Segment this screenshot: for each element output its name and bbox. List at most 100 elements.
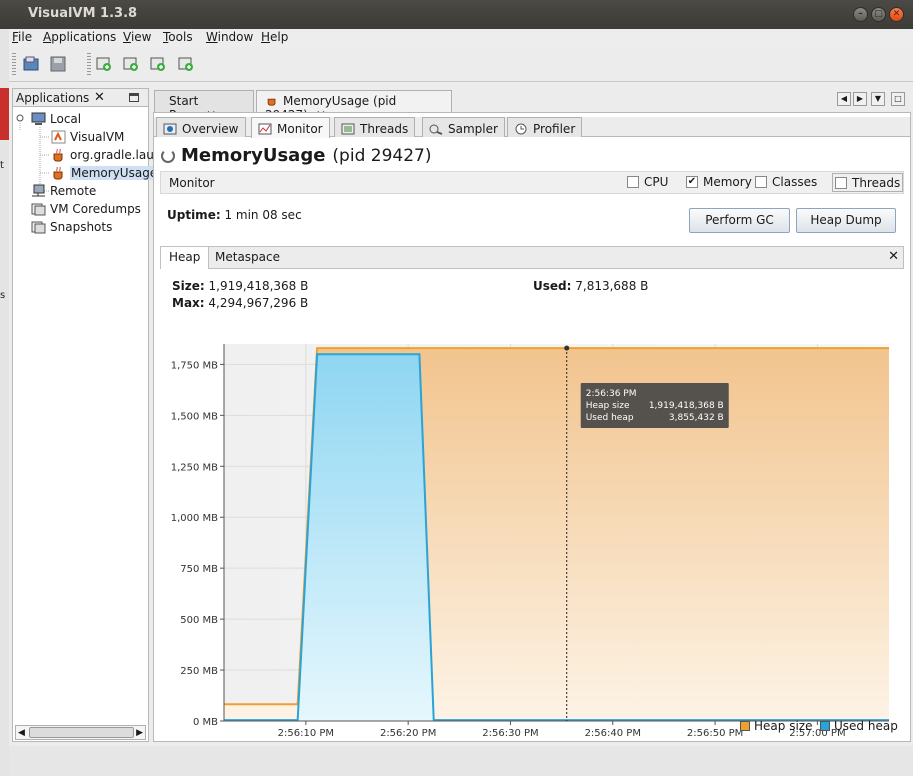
toolbar xyxy=(9,47,913,82)
monitor-panel: Overview Monitor Threads Sampler Profile… xyxy=(153,112,911,742)
open-file-icon[interactable] xyxy=(22,55,40,73)
menu-tools[interactable]: Tools xyxy=(163,30,193,44)
heap-max-stat: Max: 4,294,967,296 B xyxy=(172,296,309,310)
used-heap-swatch xyxy=(820,721,830,731)
title-bar: VisualVM 1.3.8 – □ ✕ xyxy=(0,0,913,29)
menu-window[interactable]: Window xyxy=(206,30,253,44)
toolbar-grip-2[interactable] xyxy=(87,53,91,77)
y-tick-label: 250 MB xyxy=(180,666,218,677)
tab-list-dropdown-icon[interactable]: ▼ xyxy=(871,92,885,106)
scrollbar-thumb[interactable] xyxy=(29,727,134,738)
applications-tab[interactable]: Applications ✕ xyxy=(13,89,148,107)
legend-used-heap: Used heap xyxy=(820,719,898,733)
snapshot-icon[interactable] xyxy=(177,55,195,73)
y-tick-label: 1,250 MB xyxy=(171,462,218,473)
visualvm-window: t s VisualVM 1.3.8 – □ ✕ File Applicatio… xyxy=(0,0,913,776)
applications-tab-label: Applications xyxy=(16,91,90,105)
tree-item-remote[interactable]: Remote xyxy=(31,182,96,199)
x-tick-label: 2:56:40 PM xyxy=(585,728,641,739)
info-icon xyxy=(163,123,177,134)
loading-spinner-icon xyxy=(161,148,175,163)
heap-dump-icon[interactable] xyxy=(122,55,140,73)
minimize-panel-icon[interactable] xyxy=(129,93,139,102)
tab-heap[interactable]: Heap xyxy=(161,247,210,269)
menu-view[interactable]: View xyxy=(123,30,151,44)
horizontal-scrollbar[interactable]: ◀ ▶ xyxy=(15,725,146,740)
threads-icon xyxy=(341,123,355,134)
y-tick-label: 500 MB xyxy=(180,615,218,626)
menu-applications[interactable]: Applications xyxy=(43,30,116,44)
app-pid: (pid 29427) xyxy=(332,145,432,166)
tab-memoryusage[interactable]: MemoryUsage (pid 29427)✕ xyxy=(256,90,452,122)
tab-metaspace[interactable]: Metaspace xyxy=(207,247,288,269)
save-icon[interactable] xyxy=(49,55,67,73)
perform-gc-button[interactable]: Perform GC xyxy=(689,208,790,233)
threads-checkbox[interactable]: Threads xyxy=(832,173,904,192)
snapshots-icon xyxy=(31,221,46,233)
tab-profiler[interactable]: Profiler xyxy=(507,117,583,137)
monitor-label: Monitor xyxy=(169,176,215,190)
tree-item-visualvm[interactable]: VisualVM xyxy=(51,128,124,145)
monitor-toolbar: Monitor CPU ✔ Memory Classes Threads xyxy=(160,171,904,194)
y-tick-label: 750 MB xyxy=(180,564,218,575)
coredump-icon xyxy=(31,203,46,215)
heap-tabs: Heap Metaspace ✕ xyxy=(160,246,904,269)
cpu-checkbox-box[interactable] xyxy=(627,176,639,188)
x-tick-label: 2:56:50 PM xyxy=(687,728,743,739)
tab-start-page[interactable]: Start Page✕ xyxy=(154,90,254,122)
heap-size-stat: Size: 1,919,418,368 B xyxy=(172,279,309,293)
thread-dump-icon[interactable] xyxy=(149,55,167,73)
computer-icon xyxy=(31,112,46,125)
add-jmx-connection-icon[interactable] xyxy=(95,55,113,73)
legend-heap-size: Heap size xyxy=(740,719,812,733)
memory-checkbox[interactable]: ✔ Memory xyxy=(686,175,752,189)
tree-item-snapshots[interactable]: Snapshots xyxy=(31,218,112,235)
page-title: MemoryUsage (pid 29427) xyxy=(161,145,431,166)
java-cup-icon xyxy=(53,166,63,179)
cpu-checkbox[interactable]: CPU xyxy=(627,175,668,189)
tree-item-gradle[interactable]: org.gradle.lau xyxy=(51,146,154,163)
y-tick-label: 0 MB xyxy=(193,717,218,728)
heap-chart: 0 MB 250 MB 500 MB 750 MB 1,000 MB 1,250 MB 1,… xyxy=(171,344,889,739)
toolbar-grip[interactable] xyxy=(12,53,16,77)
close-icon[interactable]: ✕ xyxy=(94,90,105,105)
classes-checkbox-box[interactable] xyxy=(755,176,767,188)
tab-sampler[interactable]: Sampler xyxy=(422,117,505,137)
heap-size-swatch xyxy=(740,721,750,731)
sampler-icon xyxy=(429,124,443,135)
visualvm-app-icon xyxy=(51,130,66,143)
maximize-button[interactable]: □ xyxy=(871,7,886,22)
classes-checkbox[interactable]: Classes xyxy=(755,175,817,189)
tree-item-memoryusage[interactable]: MemoryUsage xyxy=(51,164,159,181)
scroll-tabs-right-icon[interactable]: ▶ xyxy=(853,92,867,106)
scroll-left-icon[interactable]: ◀ xyxy=(18,728,25,738)
x-tick-label: 2:56:10 PM xyxy=(278,728,334,739)
profiler-clock-icon xyxy=(515,123,527,134)
menu-file[interactable]: File xyxy=(12,30,32,44)
window-title: VisualVM 1.3.8 xyxy=(28,6,138,21)
maximize-document-icon[interactable]: □ xyxy=(891,92,905,106)
minimize-button[interactable]: – xyxy=(853,7,868,22)
menu-help[interactable]: Help xyxy=(261,30,288,44)
applications-panel: Applications ✕ Local VisualVM org.gradle… xyxy=(12,88,159,742)
tree-item-local[interactable]: Local xyxy=(31,110,81,127)
tab-threads[interactable]: Threads xyxy=(334,117,416,137)
threads-checkbox-box[interactable] xyxy=(835,176,847,189)
y-tick-label: 1,000 MB xyxy=(171,513,218,524)
tooltip-label: Used heap xyxy=(586,413,634,423)
y-tick-label: 1,750 MB xyxy=(171,360,218,371)
tooltip-label: Heap size xyxy=(586,401,630,411)
tab-overview[interactable]: Overview xyxy=(156,117,246,137)
close-button[interactable]: ✕ xyxy=(889,7,904,22)
scroll-right-icon[interactable]: ▶ xyxy=(136,728,143,738)
scroll-tabs-left-icon[interactable]: ◀ xyxy=(837,92,851,106)
menu-bar: File Applications View Tools Window Help xyxy=(9,29,913,47)
network-icon xyxy=(32,184,45,196)
status-bar xyxy=(9,746,913,776)
x-tick-label: 2:56:20 PM xyxy=(380,728,436,739)
tree-item-coredumps[interactable]: VM Coredumps xyxy=(31,200,141,217)
tab-monitor[interactable]: Monitor xyxy=(251,117,330,138)
close-icon[interactable]: ✕ xyxy=(888,249,899,264)
checkmark-icon[interactable]: ✔ xyxy=(686,176,698,188)
heap-dump-button[interactable]: Heap Dump xyxy=(796,208,896,233)
